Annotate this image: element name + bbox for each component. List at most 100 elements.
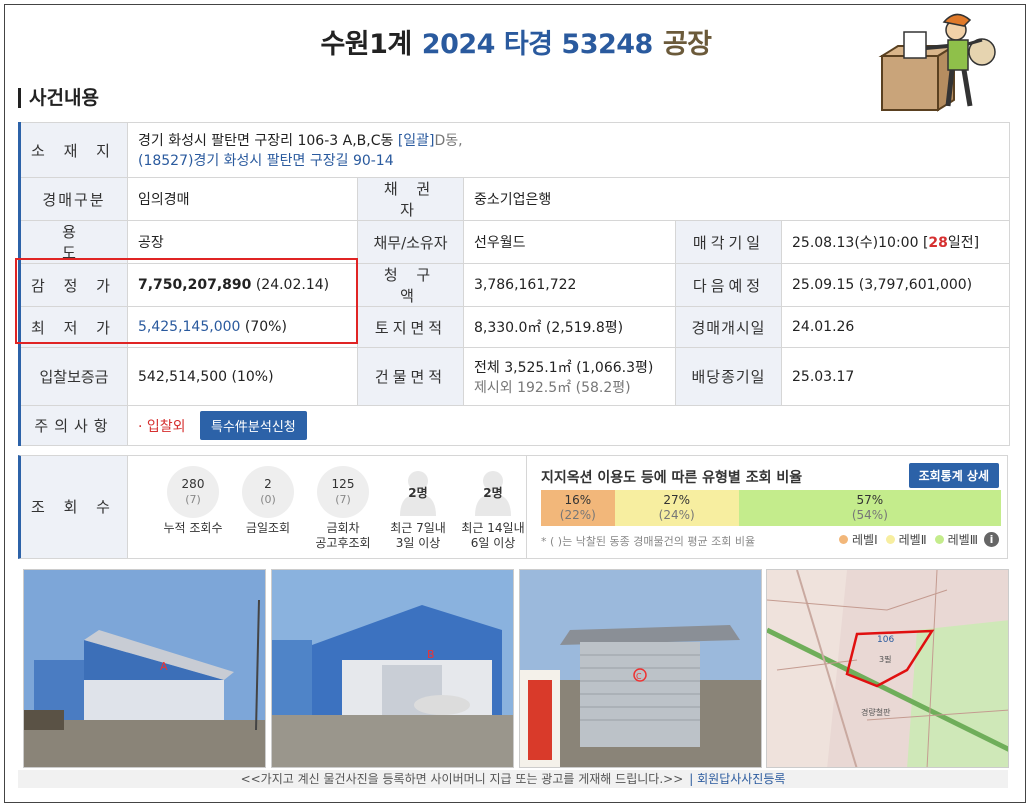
debtor-value: 선우월드	[463, 220, 676, 264]
court-name: 수원1계	[320, 29, 412, 60]
notes-label: 주의사항	[18, 405, 128, 446]
ratio-bars: 16% (22%) 27% (24%) 57% (54%)	[541, 490, 1001, 526]
stat-caption-2: 공고후조회	[315, 536, 371, 550]
legend-dot	[934, 535, 944, 544]
ratio-bar-level-2: 27% (24%)	[614, 490, 739, 526]
days-left: 28	[928, 235, 948, 251]
creditor-value: 중소기업은행	[463, 177, 1010, 221]
photo-caption: <<가지고 계신 물건사진을 등록하면 사이버머니 지급 또는 광고를 게재해 …	[18, 770, 1008, 788]
stat-caption: 금일조회	[245, 521, 291, 535]
view-stats-detail-button[interactable]: 조회통계 상세	[908, 463, 999, 488]
ratio-bar-pct: 16%	[564, 493, 592, 507]
appraisal-amount: 7,750,207,890	[138, 277, 252, 293]
stat-caption: 최근 14일내	[461, 521, 525, 535]
land-area-value: 8,330.0㎡ (2,519.8평)	[463, 306, 676, 348]
next-date-value: 25.09.15 (3,797,601,000)	[781, 263, 1010, 307]
ratio-bar-avg: (22%)	[559, 508, 596, 522]
map-label-2: 경량철판	[861, 707, 891, 717]
stat-14days: 2명 최근 14일내 6일 이상	[454, 466, 532, 551]
photo-label-c: C	[636, 672, 642, 681]
person-icon: 2명	[467, 466, 519, 518]
stat-today: 2 (0) 금일조회	[229, 466, 307, 536]
land-area-label: 토지면적	[357, 306, 464, 348]
property-photo-a[interactable]: A	[23, 569, 266, 768]
dividend-end-value: 25.03.17	[781, 347, 1010, 406]
ratio-bar-avg: (24%)	[658, 508, 695, 522]
member-photo-register-link[interactable]: | 회원답사사진등록	[689, 772, 785, 786]
property-photo-c[interactable]: C	[519, 569, 762, 768]
minimum-amount: 5,425,145,000	[138, 319, 241, 335]
appraisal-value: 7,750,207,890 (24.02.14)	[127, 263, 358, 307]
creditor-label: 채 권 자	[357, 177, 464, 221]
deposit-label: 입찰보증금	[18, 347, 128, 406]
stat-circle: 280 (7)	[167, 466, 219, 518]
stat-value: 2	[264, 477, 272, 491]
building-area-label: 건물면적	[357, 347, 464, 406]
building-area-total: 전체 3,525.1㎡ (1,066.3평)	[474, 359, 654, 376]
stat-sub: (0)	[260, 493, 276, 506]
legend-label: 레벨Ⅱ	[898, 533, 927, 547]
stat-7days: 2명 최근 7일내 3일 이상	[379, 466, 457, 551]
property-map[interactable]: 106 3필 경량철판	[766, 569, 1009, 768]
stat-circle: 125 (7)	[317, 466, 369, 518]
section-title: 사건내용	[18, 88, 99, 108]
sale-date-value: 25.08.13(수)10:00 [28일전]	[781, 220, 1010, 264]
auction-start-label: 경매개시일	[675, 306, 782, 348]
ratio-bar-level-1: 16% (22%)	[541, 490, 615, 526]
next-date-label: 다음예정	[675, 263, 782, 307]
stat-caption: 누적 조회수	[163, 521, 223, 535]
appraisal-label: 감 정 가	[18, 263, 128, 307]
stat-circle: 2 (0)	[242, 466, 294, 518]
property-photo-b[interactable]: B	[271, 569, 514, 768]
auction-type-value: 임의경매	[127, 177, 358, 221]
appraisal-date: (24.02.14)	[251, 277, 330, 293]
claim-label: 청 구 액	[357, 263, 464, 307]
notes-value: · 입찰외 특수件분석신청	[127, 405, 1010, 446]
sale-date-label: 매각기일	[675, 220, 782, 264]
address-lot: 경기 화성시 팔탄면 구장리 106-3 A,B,C동	[138, 133, 394, 149]
legend-label: 레벨Ⅰ	[852, 533, 878, 547]
dividend-end-label: 배당종기일	[675, 347, 782, 406]
minimum-pct: (70%)	[240, 319, 287, 335]
usage-label: 용 도	[18, 220, 128, 264]
building-area-value: 전체 3,525.1㎡ (1,066.3평) 제시외 192.5㎡ (58.2평…	[463, 347, 676, 406]
auction-start-value: 24.01.26	[781, 306, 1010, 348]
view-ratio-panel: 지지옥션 이용도 등에 따른 유형별 조회 비율 조회통계 상세 16% (22%…	[526, 456, 1009, 558]
legend-dot	[839, 535, 849, 544]
bundle-tail: D동,	[434, 133, 463, 149]
ratio-bar-pct: 27%	[663, 493, 691, 507]
map-lot-number: 106	[877, 635, 894, 645]
claim-value: 3,786,161,722	[463, 263, 676, 307]
notes-text: · 입찰외	[138, 419, 186, 435]
location-value: 경기 화성시 팔탄면 구장리 106-3 A,B,C동 [일괄]D동, (185…	[127, 122, 1010, 178]
stat-sub: (7)	[335, 493, 351, 506]
ratio-legend: 레벨Ⅰ 레벨Ⅱ 레벨Ⅲ i	[831, 531, 999, 548]
building-area-extra: 제시외 192.5㎡ (58.2평)	[474, 379, 631, 396]
ratio-title: 지지옥션 이용도 등에 따른 유형별 조회 비율	[541, 470, 803, 486]
ratio-bar-level-3: 57% (54%)	[738, 490, 1001, 526]
property-kind: 공장	[662, 29, 712, 60]
legend-dot	[885, 535, 895, 544]
stat-current-round: 125 (7) 금회차 공고후조회	[304, 466, 382, 551]
photo-caption-text: <<가지고 계신 물건사진을 등록하면 사이버머니 지급 또는 광고를 게재해 …	[240, 772, 684, 786]
bundle-tag[interactable]: [일괄]	[398, 133, 435, 149]
photo-label-a: A	[160, 660, 168, 673]
views-panel: 조 회 수 280 (7) 누적 조회수 2 (0) 금일조회 125 (7) 금회차…	[18, 455, 1008, 559]
info-icon[interactable]: i	[984, 532, 999, 547]
stat-total: 280 (7) 누적 조회수	[154, 466, 232, 536]
sale-date-text: 25.08.13(수)10:00 [	[792, 235, 929, 251]
debtor-label: 채무/소유자	[357, 220, 464, 264]
legend-label: 레벨Ⅲ	[947, 533, 978, 547]
stat-value: 2명	[483, 485, 503, 500]
stat-caption-2: 6일 이상	[470, 536, 516, 550]
person-icon: 2명	[392, 466, 444, 518]
mascot-illustration	[878, 13, 996, 112]
ratio-bar-pct: 57%	[856, 493, 884, 507]
days-suffix: 일전]	[947, 235, 980, 251]
case-info-table: 소 재 지 경기 화성시 팔탄면 구장리 106-3 A,B,C동 [일괄]D동…	[18, 122, 1010, 446]
special-analysis-button[interactable]: 특수件분석신청	[200, 411, 307, 440]
address-road[interactable]: (18527)경기 화성시 팔탄면 구장길 90-14	[138, 150, 999, 170]
location-label: 소 재 지	[18, 122, 128, 178]
stat-caption: 금회차	[326, 521, 360, 535]
auction-type-label: 경매구분	[18, 177, 128, 221]
